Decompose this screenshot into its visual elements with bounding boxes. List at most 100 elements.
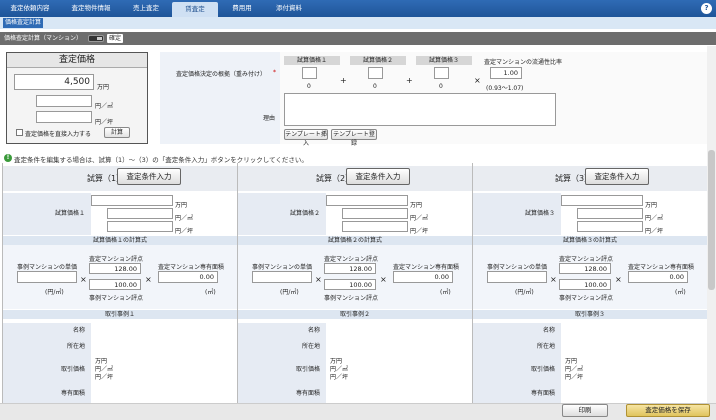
info-icon: !	[4, 154, 12, 162]
ratio-label: 査定マンションの流通性比率	[484, 59, 563, 66]
weight2-input[interactable]	[368, 67, 383, 79]
trial-price-label: 試算価格３	[473, 193, 561, 235]
unit-tsubo: 円／坪	[410, 228, 429, 235]
required-mark: *	[273, 69, 276, 76]
calc-section-bar: 試算価格２の計算式	[238, 236, 472, 245]
trial-price-tsubo-input[interactable]	[577, 221, 643, 232]
times-1: ×	[550, 275, 557, 284]
top-nav: 査定依頼内容 査定物件情報 売上査定 賃査定 費用用 添付資料 ?	[0, 0, 716, 17]
example-score-label: 事例マンション評点	[559, 295, 614, 302]
weight3-input[interactable]	[434, 67, 449, 79]
unit-m2: 円／㎡	[175, 215, 194, 222]
subject-score-input[interactable]: 128.00	[89, 263, 141, 274]
subject-score-input[interactable]: 128.00	[324, 263, 376, 274]
example-name-label: 名称	[473, 323, 561, 339]
area-suffix: (㎡)	[440, 289, 451, 296]
example-score-label: 事例マンション評点	[324, 295, 379, 302]
example-address-label: 所在地	[473, 339, 561, 355]
sub-nav: 価格査定計算	[0, 17, 716, 29]
weight1-input[interactable]	[302, 67, 317, 79]
area-suffix: (㎡)	[675, 289, 686, 296]
sub-link-price-calc[interactable]: 価格査定計算	[3, 18, 44, 28]
reason-textarea[interactable]	[284, 93, 556, 126]
tab-sales[interactable]: 売上査定	[124, 0, 168, 17]
trial1-header: 試算価格１	[284, 56, 340, 65]
tab-assessment[interactable]: 賃査定	[172, 2, 218, 17]
reason-label: 理由	[263, 115, 276, 122]
price-tsubo-input[interactable]	[36, 111, 92, 123]
subject-score-input[interactable]: 128.00	[559, 263, 611, 274]
times-2: ×	[380, 275, 387, 284]
trial-price-tsubo-input[interactable]	[107, 221, 173, 232]
unit-price-label: 事例マンションの単価	[17, 264, 78, 271]
example-score-input[interactable]: 100.00	[324, 279, 376, 290]
condition-input-button[interactable]: 査定条件入力	[117, 168, 181, 185]
unit-man: 万円	[410, 202, 423, 209]
weight2-value: 0	[373, 83, 377, 90]
price-man-input[interactable]: 4,500	[14, 74, 94, 90]
print-button[interactable]: 印刷	[562, 404, 608, 417]
trial-price-label: 試算価格１	[3, 193, 91, 235]
unit-price-suffix: (円/㎡)	[515, 289, 534, 296]
unit-price-input[interactable]	[252, 271, 312, 283]
unit-price-input[interactable]	[487, 271, 547, 283]
tab-request[interactable]: 査定依頼内容	[6, 0, 54, 17]
plus-sign-1: +	[340, 76, 347, 85]
unit-man: 万円	[175, 202, 188, 209]
example-score-input[interactable]: 100.00	[89, 279, 141, 290]
reason-cell	[160, 92, 280, 144]
example-section-bar: 取引事例２	[238, 310, 472, 319]
example-price-label: 取引価格	[238, 355, 326, 385]
template-register-button[interactable]: テンプレート登録	[331, 129, 377, 147]
calc-button[interactable]: 計算	[104, 127, 130, 138]
example-score-input[interactable]: 100.00	[559, 279, 611, 290]
trial-price-m2-input[interactable]	[342, 208, 408, 219]
section-header: 価格查定計算（マンション） 確定	[0, 32, 716, 45]
unit-price-label: 事例マンションの単価	[487, 264, 548, 271]
tab-property[interactable]: 査定物件情報	[60, 0, 122, 17]
example-area-label: 専有面積	[238, 385, 326, 403]
unit-price-label: 事例マンションの単価	[252, 264, 313, 271]
ratio-input[interactable]: 1.00	[490, 67, 522, 79]
template-insert-button[interactable]: テンプレート挿入	[284, 129, 328, 147]
subject-score-label: 査定マンション評点	[324, 256, 379, 263]
unit-price-input[interactable]	[17, 271, 77, 283]
scrollbar-thumb[interactable]	[708, 150, 715, 290]
direct-input-checkbox[interactable]	[16, 129, 23, 136]
area-input[interactable]: 0.00	[628, 271, 688, 283]
example-price-label: 取引価格	[473, 355, 561, 385]
tab-attachments[interactable]: 添付資料	[266, 0, 312, 17]
trial-price-man-input[interactable]	[561, 195, 643, 206]
confirm-label[interactable]: 確定	[107, 34, 124, 43]
example-section-bar: 取引事例３	[473, 310, 707, 319]
example-unit-tsubo: 円／坪	[565, 374, 584, 381]
trial-price-man-input[interactable]	[91, 195, 173, 206]
tab-expense[interactable]: 費用用	[222, 0, 262, 17]
trial-price-m2-input[interactable]	[107, 208, 173, 219]
unit-man: 万円	[645, 202, 658, 209]
price-m2-input[interactable]	[36, 95, 92, 107]
unit-man: 万円	[97, 84, 110, 91]
example-address-label: 所在地	[3, 339, 91, 355]
trial-price-man-input[interactable]	[326, 195, 408, 206]
example-area-label: 専有面積	[3, 385, 91, 403]
area-input[interactable]: 0.00	[158, 271, 218, 283]
weight1-value: 0	[307, 83, 311, 90]
trial-column-2: 試算（2） 査定条件入力 試算価格２ 万円 円／㎡ 円／坪 試算価格２の計算式 …	[237, 163, 472, 403]
price-box-title: 査定価格	[7, 53, 147, 68]
trial-price-m2-input[interactable]	[577, 208, 643, 219]
help-icon[interactable]: ?	[701, 3, 712, 14]
area-input[interactable]: 0.00	[393, 271, 453, 283]
condition-input-button[interactable]: 査定条件入力	[346, 168, 410, 185]
example-section-bar: 取引事例１	[3, 310, 237, 319]
trial-price-tsubo-input[interactable]	[342, 221, 408, 232]
save-price-button[interactable]: 査定価格を保存	[626, 404, 710, 417]
condition-input-button[interactable]: 査定条件入力	[585, 168, 649, 185]
calc-section-bar: 試算価格１の計算式	[3, 236, 237, 245]
example-score-label: 事例マンション評点	[89, 295, 144, 302]
subject-score-label: 査定マンション評点	[559, 256, 614, 263]
toggle-switch[interactable]	[88, 35, 104, 42]
example-name-label: 名称	[3, 323, 91, 339]
trial-price-label: 試算価格２	[238, 193, 326, 235]
subject-score-label: 査定マンション評点	[89, 256, 144, 263]
